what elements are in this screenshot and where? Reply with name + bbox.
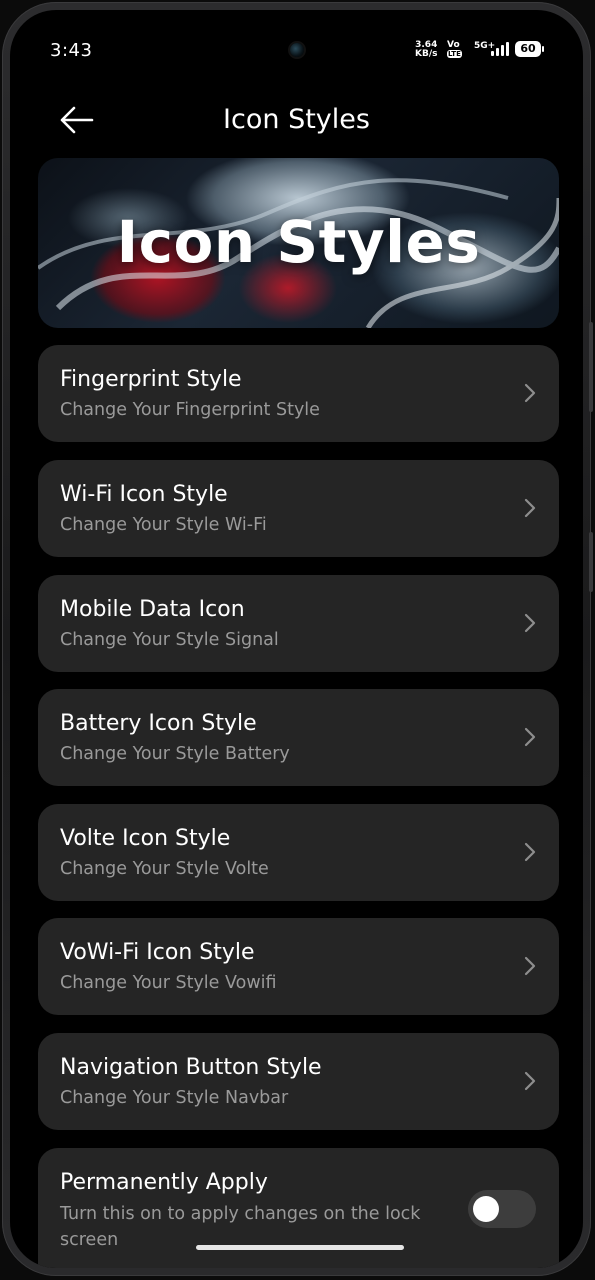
- gesture-home-bar[interactable]: [196, 1245, 404, 1250]
- top-app-bar: Icon Styles: [10, 90, 583, 150]
- list-item-subtitle: Change Your Style Signal: [60, 630, 279, 650]
- chevron-right-icon: [524, 498, 536, 518]
- screen: 3:43 3.64 KB/s Vo LTE 5G+ 60 Icon Styles…: [10, 10, 583, 1268]
- list-item-mobile-data-icon[interactable]: Mobile Data Icon Change Your Style Signa…: [38, 575, 559, 672]
- list-item-subtitle: Change Your Style Vowifi: [60, 973, 277, 993]
- chevron-right-icon: [524, 1071, 536, 1091]
- toggle-knob: [473, 1196, 499, 1222]
- list-item-fingerprint-style[interactable]: Fingerprint Style Change Your Fingerprin…: [38, 345, 559, 442]
- banner-title: Icon Styles: [116, 208, 481, 276]
- permanently-apply-toggle[interactable]: [468, 1190, 536, 1228]
- list-item-title: Navigation Button Style: [60, 1055, 322, 1080]
- list-item-wifi-icon-style[interactable]: Wi-Fi Icon Style Change Your Style Wi-Fi: [38, 460, 559, 557]
- list-item-subtitle: Change Your Style Battery: [60, 744, 290, 764]
- list-item-volte-icon-style[interactable]: Volte Icon Style Change Your Style Volte: [38, 804, 559, 901]
- chevron-right-icon: [524, 956, 536, 976]
- list-item-subtitle: Change Your Style Volte: [60, 859, 269, 879]
- list-item-title: Fingerprint Style: [60, 367, 242, 392]
- header-banner: Icon Styles: [38, 158, 559, 328]
- chevron-right-icon: [524, 727, 536, 747]
- phone-frame: 3:43 3.64 KB/s Vo LTE 5G+ 60 Icon Styles…: [2, 2, 593, 1276]
- chevron-right-icon: [524, 613, 536, 633]
- front-camera-icon: [290, 43, 304, 57]
- list-item-navigation-button-style[interactable]: Navigation Button Style Change Your Styl…: [38, 1033, 559, 1130]
- network-speed-unit: KB/s: [415, 49, 438, 59]
- list-item-title: Wi-Fi Icon Style: [60, 482, 228, 507]
- volte-bottom-label: LTE: [447, 50, 462, 58]
- volume-button: [589, 322, 593, 412]
- status-time: 3:43: [50, 40, 93, 61]
- list-item-title: Mobile Data Icon: [60, 597, 245, 622]
- volte-top-label: Vo: [447, 40, 460, 50]
- chevron-right-icon: [524, 842, 536, 862]
- list-item-subtitle: Change Your Style Wi-Fi: [60, 515, 267, 535]
- list-item-title: Volte Icon Style: [60, 826, 231, 851]
- list-item-vowifi-icon-style[interactable]: VoWi-Fi Icon Style Change Your Style Vow…: [38, 918, 559, 1015]
- list-item-subtitle: Change Your Style Navbar: [60, 1088, 289, 1108]
- battery-icon: 60: [515, 41, 544, 57]
- signal-bars-icon: [491, 42, 511, 56]
- volte-indicator: Vo LTE: [447, 40, 462, 58]
- list-item-title: VoWi-Fi Icon Style: [60, 940, 255, 965]
- list-item-title: Battery Icon Style: [60, 711, 257, 736]
- list-item-permanently-apply: Permanently Apply Turn this on to apply …: [38, 1148, 559, 1268]
- list-item-title: Permanently Apply: [60, 1170, 268, 1195]
- chevron-right-icon: [524, 383, 536, 403]
- page-title: Icon Styles: [223, 104, 370, 135]
- list-item-battery-icon-style[interactable]: Battery Icon Style Change Your Style Bat…: [38, 689, 559, 786]
- power-button: [589, 532, 593, 592]
- list-item-subtitle: Change Your Fingerprint Style: [60, 400, 320, 420]
- network-speed: 3.64 KB/s: [415, 41, 437, 59]
- status-bar: 3:43 3.64 KB/s Vo LTE 5G+ 60: [10, 10, 583, 70]
